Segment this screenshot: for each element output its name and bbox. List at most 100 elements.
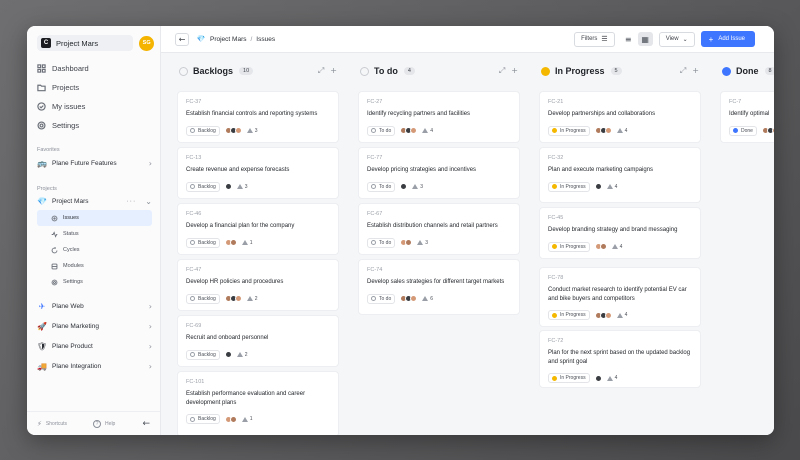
issue-card[interactable]: FC-47 Develop HR policies and procedures B… <box>177 259 339 311</box>
view-dropdown[interactable]: View ⌄ <box>658 31 695 47</box>
state-dropdown[interactable]: In Progress <box>548 241 590 252</box>
more-options-icon[interactable]: ··· <box>126 198 136 205</box>
issue-card[interactable]: FC-32 Plan and execute marketing campaign… <box>539 147 701 203</box>
nav-settings[interactable]: Settings <box>27 116 160 135</box>
breadcrumb-project[interactable]: Project Mars <box>210 36 246 43</box>
issue-card[interactable]: FC-45 Develop branding strategy and brand… <box>539 207 701 259</box>
issue-title: Establish financial controls and reporti… <box>186 111 318 117</box>
state-dropdown[interactable]: To do <box>367 293 396 304</box>
shortcuts-button[interactable]: ⚡ Shortcuts <box>37 420 67 428</box>
sub-issue-count: 3 <box>417 240 428 246</box>
user-avatar[interactable]: SG <box>139 35 154 51</box>
list-view-icon[interactable]: ≡ <box>621 32 636 46</box>
assignee-avatars[interactable] <box>224 351 232 358</box>
state-dropdown[interactable]: In Progress <box>548 310 590 320</box>
assignee-avatars[interactable] <box>594 311 612 319</box>
workspace-switcher[interactable]: C Project Mars <box>37 35 134 51</box>
assignee-avatars[interactable] <box>400 295 418 302</box>
favorite-item[interactable]: 🚌 Plane Future Features › <box>27 153 160 172</box>
state-dropdown[interactable]: To do <box>367 125 396 136</box>
state-dropdown[interactable]: Backlog <box>186 414 220 424</box>
project-item-plane-marketing[interactable]: 🚀 Plane Marketing › <box>27 316 160 336</box>
collapse-sidebar-icon[interactable]: ← <box>142 419 150 429</box>
state-dropdown[interactable]: Backlog <box>186 293 220 304</box>
column-title: In Progress <box>555 66 605 76</box>
issue-card[interactable]: FC-69 Recruit and onboard personnel Backlo… <box>177 315 339 367</box>
state-dropdown[interactable]: In Progress <box>548 373 590 383</box>
assignee-avatars[interactable] <box>400 183 408 190</box>
assignee-avatars[interactable] <box>761 127 774 134</box>
issue-card[interactable]: FC-77 Develop pricing strategies and ince… <box>358 147 520 199</box>
expand-icon[interactable]: ⤢ <box>318 66 324 76</box>
board-column: Backlogs 10 ⤢ + FC-37 Establish financial con… <box>177 53 339 435</box>
sub-item-cycles[interactable]: Cycles <box>37 242 152 258</box>
sub-item-settings[interactable]: Settings <box>37 274 152 290</box>
issue-card[interactable]: FC-74 Develop sales strategies for differ… <box>358 259 520 315</box>
sub-item-cycles-label: Cycles <box>63 247 80 253</box>
project-item-plane-product[interactable]: 🛡 Plane Product › <box>27 336 160 356</box>
assignee-avatars[interactable] <box>400 127 418 134</box>
assignee-avatars[interactable] <box>224 183 232 190</box>
diamond-icon: 💎 <box>196 35 206 43</box>
project-item-plane-integration[interactable]: 🚚 Plane Integration › <box>27 356 160 376</box>
assignee-avatars[interactable] <box>224 295 242 302</box>
assignee-avatars[interactable] <box>594 127 612 134</box>
chevron-right-icon[interactable]: › <box>149 362 152 371</box>
breadcrumb-page: Issues <box>256 35 276 43</box>
project-item-plane-web[interactable]: ✈ Plane Web › <box>27 296 160 316</box>
issue-card[interactable]: FC-78 Conduct market research to identify… <box>539 267 701 327</box>
expand-icon[interactable]: ⤢ <box>680 66 686 76</box>
issue-card[interactable]: FC-46 Develop a financial plan for the co… <box>177 203 339 255</box>
assignee-avatars[interactable] <box>400 239 413 246</box>
project-item-label: Plane Product <box>52 343 93 350</box>
assignee-avatars[interactable] <box>594 183 602 190</box>
state-dropdown[interactable]: Backlog <box>186 125 220 136</box>
issue-card[interactable]: FC-7 Identify optimal Done <box>720 91 774 143</box>
sub-item-status[interactable]: Status <box>37 226 152 242</box>
add-card-icon[interactable]: + <box>692 66 699 76</box>
assignee-avatars[interactable] <box>224 415 237 423</box>
chevron-right-icon[interactable]: › <box>149 302 152 311</box>
chevron-right-icon[interactable]: › <box>149 159 152 168</box>
state-dropdown[interactable]: Backlog <box>186 237 220 248</box>
board-view-icon[interactable]: ▦ <box>637 32 653 46</box>
chevron-right-icon[interactable]: › <box>149 322 152 331</box>
back-button[interactable]: ← <box>175 32 189 46</box>
assignee-avatars[interactable] <box>224 239 237 246</box>
expand-icon[interactable]: ⤢ <box>499 66 505 76</box>
state-dropdown[interactable]: In Progress <box>548 125 590 136</box>
nav-projects[interactable]: Projects <box>27 78 160 97</box>
state-dropdown[interactable]: To do <box>367 181 396 192</box>
add-issue-button[interactable]: + Add Issue <box>700 31 755 47</box>
chevron-right-icon[interactable]: › <box>149 342 152 351</box>
sub-item-issues[interactable]: Issues <box>37 210 152 226</box>
kanban-board: Backlogs 10 ⤢ + FC-37 Establish financial con… <box>161 53 774 435</box>
issue-meta: Backlog 2 <box>186 293 330 304</box>
state-dropdown[interactable]: Backlog <box>186 349 220 360</box>
assignee-avatars[interactable] <box>594 374 602 382</box>
nav-my-issues[interactable]: My issues <box>27 97 160 116</box>
nav-dashboard[interactable]: Dashboard <box>27 59 160 78</box>
issue-card[interactable]: FC-13 Create revenue and expense forecast… <box>177 147 339 199</box>
chevron-down-icon[interactable]: ⌄ <box>145 197 152 206</box>
project-item-active[interactable]: 💎 Project Mars ··· ⌄ <box>27 192 160 210</box>
help-button[interactable]: ? Help <box>93 419 115 428</box>
state-dropdown[interactable]: To do <box>367 237 396 248</box>
issue-card[interactable]: FC-21 Develop partnerships and collaborat… <box>539 91 701 143</box>
issue-card[interactable]: FC-67 Establish distribution channels and… <box>358 203 520 255</box>
sub-item-modules[interactable]: Modules <box>37 258 152 274</box>
state-dropdown[interactable]: Done <box>729 125 757 136</box>
assignee-avatars[interactable] <box>594 243 607 250</box>
issue-title: Plan for the next sprint based on the up… <box>548 350 691 365</box>
issue-card[interactable]: FC-101 Establish performance evaluation a… <box>177 371 339 435</box>
issue-card[interactable]: FC-37 Establish financial controls and re… <box>177 91 339 143</box>
state-dropdown[interactable]: In Progress <box>548 181 590 192</box>
filters-button[interactable]: Filters ☰ <box>574 31 615 47</box>
add-card-icon[interactable]: + <box>330 66 337 76</box>
status-icon <box>541 66 550 76</box>
state-dropdown[interactable]: Backlog <box>186 181 220 192</box>
assignee-avatars[interactable] <box>224 127 242 134</box>
add-card-icon[interactable]: + <box>511 66 518 76</box>
issue-card[interactable]: FC-27 Identify recycling partners and fac… <box>358 91 520 143</box>
issue-card[interactable]: FC-72 Plan for the next sprint based on t… <box>539 330 701 388</box>
